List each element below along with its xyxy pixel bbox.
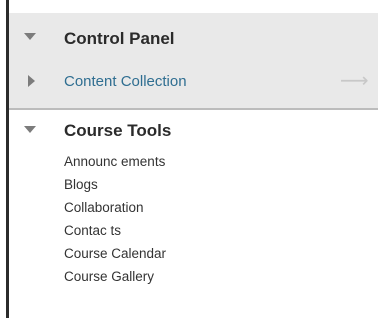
arrow-right-icon[interactable]: ⟶ bbox=[340, 71, 369, 91]
tool-item-course-calendar[interactable]: Course Calendar bbox=[64, 242, 166, 265]
course-tools-list: Announc ements Blogs Collaboration Conta… bbox=[64, 150, 166, 288]
tool-item-course-gallery[interactable]: Course Gallery bbox=[64, 265, 166, 288]
collapse-triangle-icon[interactable] bbox=[24, 33, 36, 40]
control-panel-header[interactable]: Control Panel bbox=[9, 13, 378, 61]
control-panel-sidebar: Control Panel Content Collection ⟶ Cours… bbox=[0, 0, 378, 318]
course-tools-title[interactable]: Course Tools bbox=[64, 121, 171, 141]
control-panel-title[interactable]: Control Panel bbox=[64, 29, 175, 49]
content-collection-link[interactable]: Content Collection bbox=[64, 73, 187, 90]
tool-item-announcements[interactable]: Announc ements bbox=[64, 150, 166, 173]
expand-triangle-icon[interactable] bbox=[28, 75, 35, 87]
tool-item-collaboration[interactable]: Collaboration bbox=[64, 196, 166, 219]
control-panel-section: Control Panel Content Collection ⟶ bbox=[9, 13, 378, 108]
tool-item-blogs[interactable]: Blogs bbox=[64, 173, 166, 196]
collapse-triangle-icon[interactable] bbox=[24, 126, 36, 133]
tool-item-contacts[interactable]: Contac ts bbox=[64, 219, 166, 242]
course-tools-header[interactable]: Course Tools bbox=[9, 110, 378, 150]
content-collection-item[interactable]: Content Collection ⟶ bbox=[9, 61, 378, 101]
